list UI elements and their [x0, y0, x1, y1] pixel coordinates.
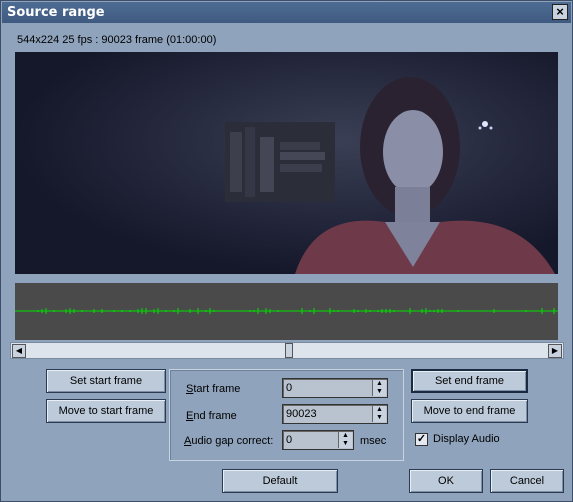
start-frame-label: Start frame	[186, 383, 240, 395]
move-to-end-frame-button[interactable]: Move to end frame	[411, 399, 528, 423]
start-frame-field[interactable]: 0 ▲ ▼	[282, 378, 388, 398]
window-title: Source range	[7, 5, 105, 20]
display-audio-label[interactable]: Display Audio	[433, 433, 500, 445]
display-audio-checkbox[interactable]: ✓	[415, 433, 428, 446]
audio-gap-label: Audio gap correct:	[184, 435, 273, 447]
scroll-left-icon[interactable]: ◀	[12, 344, 26, 358]
audio-gap-value[interactable]: 0	[286, 434, 292, 446]
end-frame-label-text: nd frame	[193, 410, 237, 422]
scroll-thumb[interactable]	[285, 343, 293, 358]
waveform-graph	[15, 308, 558, 314]
spinner-arrows-icon[interactable]: ▲ ▼	[372, 406, 386, 422]
spinner-arrows-icon[interactable]: ▲ ▼	[338, 432, 352, 448]
set-end-frame-button[interactable]: Set end frame	[411, 369, 528, 393]
move-to-start-frame-button[interactable]: Move to start frame	[46, 399, 166, 423]
end-frame-field[interactable]: 90023 ▲ ▼	[282, 404, 388, 424]
video-preview	[15, 52, 558, 274]
video-frame-image	[15, 52, 558, 274]
start-frame-value[interactable]: 0	[286, 382, 292, 394]
audio-gap-unit: msec	[360, 435, 387, 447]
scroll-right-icon[interactable]: ▶	[548, 344, 562, 358]
video-info: 544x224 25 fps : 90023 frame (01:00:00)	[17, 34, 217, 46]
start-frame-label-text: tart frame	[193, 383, 241, 395]
source-range-dialog: Source range × 544x224 25 fps : 90023 fr…	[0, 0, 573, 502]
end-frame-value[interactable]: 90023	[286, 408, 317, 420]
ok-button[interactable]: OK	[409, 469, 483, 493]
audio-gap-field[interactable]: 0 ▲ ▼	[282, 430, 354, 450]
set-start-frame-button[interactable]: Set start frame	[46, 369, 166, 393]
end-frame-label: End frame	[186, 410, 237, 422]
audio-gap-label-text: udio gap correct:	[191, 435, 274, 447]
close-icon[interactable]: ×	[552, 4, 568, 20]
cancel-button[interactable]: Cancel	[490, 469, 564, 493]
default-button[interactable]: Default	[222, 469, 338, 493]
audio-waveform	[15, 283, 558, 340]
spinner-arrows-icon[interactable]: ▲ ▼	[372, 380, 386, 396]
frame-scrollbar[interactable]: ◀ ▶	[10, 342, 564, 359]
title-bar[interactable]: Source range ×	[2, 2, 571, 23]
